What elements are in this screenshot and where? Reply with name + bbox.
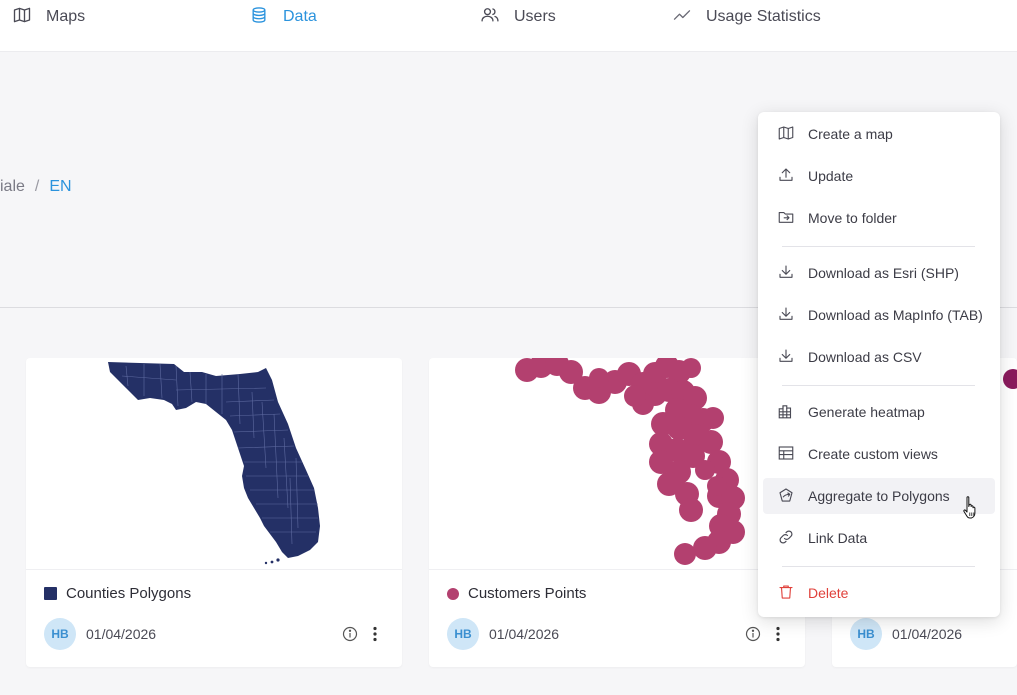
menu-item-move-to-folder[interactable]: Move to folder — [763, 200, 995, 236]
florida-counties-map — [108, 362, 320, 565]
info-icon[interactable] — [745, 626, 761, 642]
menu-label: Download as CSV — [808, 349, 922, 365]
nav-item-data[interactable]: Data — [249, 6, 317, 28]
breadcrumb-current[interactable]: EN — [49, 178, 71, 196]
table-icon — [777, 444, 795, 465]
download-icon — [777, 263, 795, 284]
menu-divider — [782, 385, 975, 386]
menu-item-create-map[interactable]: Create a map — [763, 116, 995, 152]
download-icon — [777, 347, 795, 368]
link-icon — [777, 528, 795, 549]
line-chart-icon — [672, 5, 692, 30]
aggregate-icon — [777, 486, 795, 507]
menu-label: Download as MapInfo (TAB) — [808, 307, 983, 323]
menu-item-create-custom-views[interactable]: Create custom views — [763, 436, 995, 472]
card-meta: HB 01/04/2026 — [850, 618, 999, 650]
polygon-layer-swatch — [44, 587, 57, 600]
customer-points — [515, 358, 745, 565]
point-marker — [1003, 369, 1017, 389]
point-layer-swatch — [447, 587, 459, 600]
avatar: HB — [447, 618, 479, 650]
menu-label: Create a map — [808, 126, 893, 142]
heatmap-grid-icon — [777, 402, 795, 423]
menu-item-aggregate-to-polygons[interactable]: Aggregate to Polygons — [763, 478, 995, 514]
trash-icon — [777, 583, 795, 604]
download-icon — [777, 305, 795, 326]
card-title[interactable]: Customers Points — [468, 585, 586, 602]
florida-keys — [264, 558, 280, 565]
menu-item-update[interactable]: Update — [763, 158, 995, 194]
nav-label: Usage Statistics — [706, 8, 821, 25]
info-icon[interactable] — [342, 626, 358, 642]
menu-label: Aggregate to Polygons — [808, 488, 950, 504]
florida-points-map — [515, 358, 745, 565]
more-options-icon[interactable] — [775, 626, 781, 642]
menu-label: Download as Esri (SHP) — [808, 265, 959, 281]
breadcrumb-separator: / — [34, 178, 40, 195]
avatar: HB — [850, 618, 882, 650]
users-icon — [480, 5, 500, 30]
card-meta: HB 01/04/2026 — [44, 618, 384, 650]
menu-item-download-csv[interactable]: Download as CSV — [763, 339, 995, 375]
menu-item-download-shp[interactable]: Download as Esri (SHP) — [763, 255, 995, 291]
card-title-row: Counties Polygons — [44, 585, 191, 602]
menu-item-link-data[interactable]: Link Data — [763, 520, 995, 556]
card-title-row: Customers Points — [447, 585, 586, 602]
menu-label: Delete — [808, 585, 849, 601]
card-date: 01/04/2026 — [892, 626, 963, 642]
nav-label: Users — [514, 8, 556, 25]
database-icon — [249, 5, 269, 30]
dataset-card[interactable]: Customers Points HB 01/04/2026 — [429, 358, 805, 667]
more-options-icon[interactable] — [372, 626, 378, 642]
menu-divider — [782, 246, 975, 247]
menu-divider — [782, 566, 975, 567]
breadcrumb: iale / EN — [0, 178, 72, 196]
nav-label: Data — [283, 8, 317, 25]
dataset-context-menu: Create a map Update Move to folder Downl… — [758, 112, 1000, 617]
menu-label: Generate heatmap — [808, 404, 925, 420]
map-icon — [12, 5, 32, 30]
top-navigation: Maps Data Users Usage Statistics — [0, 0, 1017, 52]
card-title[interactable]: Counties Polygons — [66, 585, 191, 602]
dataset-card[interactable]: Counties Polygons HB 01/04/2026 — [26, 358, 402, 667]
breadcrumb-parent[interactable]: iale — [0, 178, 25, 196]
florida-shape — [108, 362, 320, 558]
nav-item-usage-statistics[interactable]: Usage Statistics — [672, 6, 821, 28]
card-date: 01/04/2026 — [86, 626, 157, 642]
map-icon — [777, 124, 795, 145]
menu-label: Update — [808, 168, 854, 184]
dataset-thumbnail — [26, 358, 402, 570]
menu-label: Move to folder — [808, 210, 897, 226]
folder-move-icon — [777, 208, 795, 229]
upload-icon — [777, 166, 795, 187]
nav-item-maps[interactable]: Maps — [12, 6, 85, 28]
menu-label: Link Data — [808, 530, 868, 546]
dataset-thumbnail — [429, 358, 805, 570]
avatar: HB — [44, 618, 76, 650]
hand-cursor-icon — [962, 495, 980, 526]
menu-item-download-tab[interactable]: Download as MapInfo (TAB) — [763, 297, 995, 333]
card-date: 01/04/2026 — [489, 626, 560, 642]
card-meta: HB 01/04/2026 — [447, 618, 787, 650]
nav-label: Maps — [46, 8, 86, 25]
menu-label: Create custom views — [808, 446, 938, 462]
menu-item-delete[interactable]: Delete — [763, 575, 995, 611]
menu-item-generate-heatmap[interactable]: Generate heatmap — [763, 394, 995, 430]
nav-item-users[interactable]: Users — [480, 6, 556, 28]
